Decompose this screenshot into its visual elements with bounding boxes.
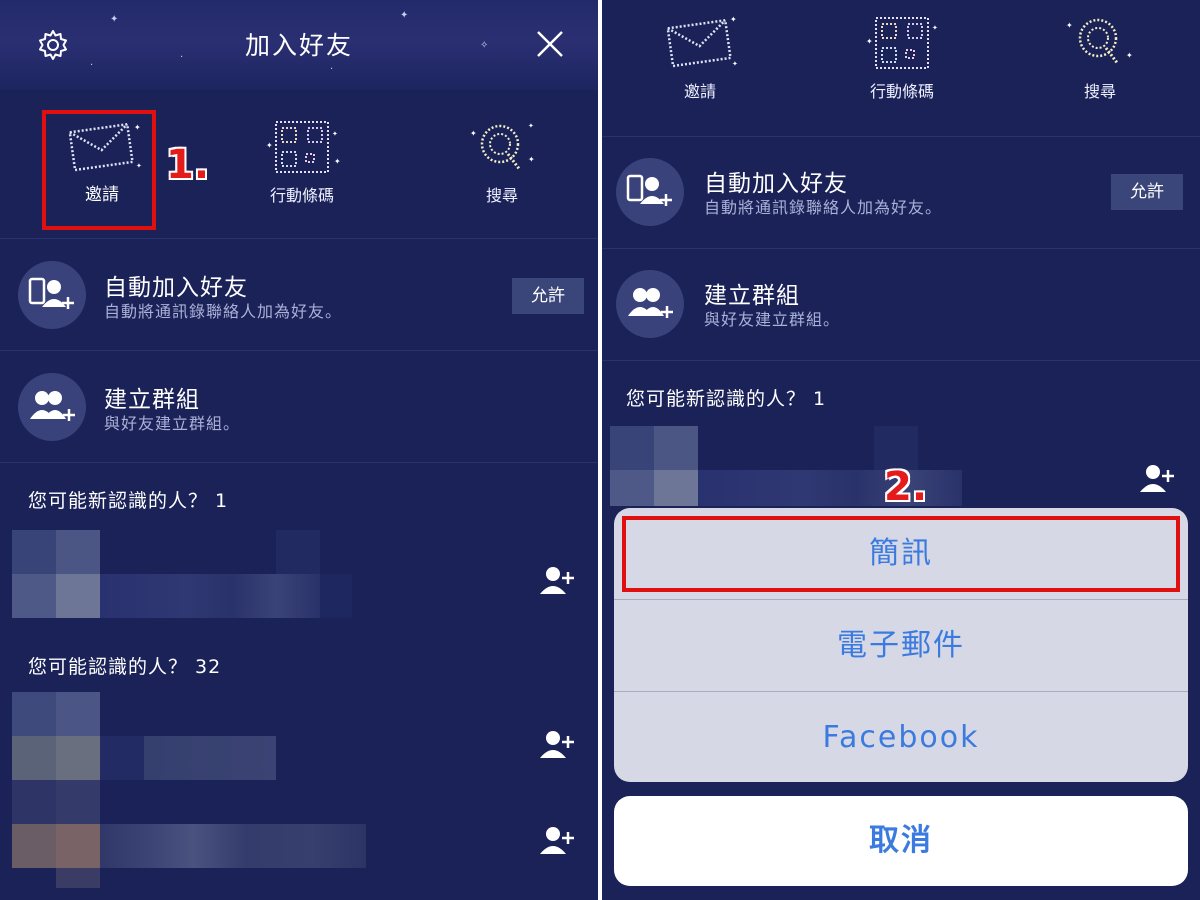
divider: [602, 248, 1200, 249]
allow-button[interactable]: 允許: [1111, 174, 1183, 210]
qr-code-label: 行動條碼: [869, 82, 934, 101]
divider: [602, 136, 1200, 137]
blurred-name: [100, 574, 320, 618]
page-title: 加入好友: [244, 31, 353, 60]
svg-text:✦: ✦: [470, 129, 477, 138]
avatar: [654, 426, 698, 470]
add-friend-icon[interactable]: [540, 730, 574, 760]
search-icon: ✦ ✦: [1066, 18, 1133, 65]
item-title: 自動加入好友: [104, 275, 248, 301]
right-screen: ✦ ✦ 邀請 ✦ ✦ 行動條碼 ✦ ✦ 搜尋 自動加入好友 自動將通訊錄聯絡人加…: [602, 0, 1200, 900]
create-group-item[interactable]: 建立群組 與好友建立群組。: [0, 352, 598, 462]
auto-add-friends-item[interactable]: 自動加入好友 自動將通訊錄聯絡人加為好友。 允許: [602, 138, 1200, 248]
add-method-row: ✦ ✦ 邀請 ✦ ✦ 行動條碼 ✦ ✦ 搜尋: [602, 0, 1200, 136]
svg-text:✦: ✦: [932, 24, 938, 32]
divider: [0, 462, 598, 463]
item-title: 自動加入好友: [704, 171, 848, 197]
blurred-name: [276, 530, 320, 574]
create-group-item[interactable]: 建立群組 與好友建立群組。: [602, 250, 1200, 360]
invite-button[interactable]: ✦ ✦ 邀請: [630, 10, 770, 102]
highlight-box: [622, 516, 1180, 592]
blurred-name: [100, 736, 276, 780]
avatar: [56, 530, 100, 574]
left-screen: ✦ · ✦ ✧ · · 加入好友 ✦ ✦ 邀請 ✦ ✦ ✦ 行動條碼 ✦ ✦ ✦…: [0, 0, 598, 900]
header: ✦ · ✦ ✧ · · 加入好友: [0, 0, 598, 90]
section-title: 您可能認識的人？ 32: [28, 656, 222, 678]
item-subtitle: 自動將通訊錄聯絡人加為好友。: [104, 302, 343, 321]
avatar: [610, 470, 654, 506]
search-label: 搜尋: [485, 186, 518, 205]
blurred-name: [100, 824, 366, 868]
avatar: [654, 470, 698, 506]
contacts-add-icon: [18, 261, 86, 329]
item-title: 建立群組: [704, 283, 800, 309]
divider: [602, 360, 1200, 361]
svg-text:✦: ✦: [528, 155, 535, 164]
avatar: [12, 574, 56, 618]
svg-text:✦: ✦: [730, 15, 737, 24]
contacts-add-icon: [616, 158, 684, 226]
add-friend-icon[interactable]: [540, 566, 574, 596]
cancel-button[interactable]: 取消: [614, 796, 1188, 886]
svg-text:✦: ✦: [528, 122, 534, 130]
avatar: [610, 426, 654, 470]
group-add-icon: [18, 373, 86, 441]
avatar: [56, 868, 100, 888]
invite-label: 邀請: [683, 82, 716, 101]
highlight-box: [42, 110, 156, 230]
svg-text:✦: ✦: [334, 157, 341, 166]
svg-text:✦: ✦: [866, 37, 873, 46]
item-subtitle: 與好友建立群組。: [704, 310, 841, 329]
email-option[interactable]: 電子郵件: [614, 600, 1188, 691]
close-icon[interactable]: [534, 28, 566, 60]
search-button[interactable]: ✦ ✦ 搜尋: [1030, 10, 1170, 102]
qr-code-button[interactable]: ✦ ✦ ✦ 行動條碼: [232, 116, 372, 206]
group-add-icon: [616, 270, 684, 338]
search-label: 搜尋: [1083, 82, 1116, 101]
qr-code-icon: ✦ ✦ ✦: [266, 121, 341, 173]
qr-code-button[interactable]: ✦ ✦ 行動條碼: [832, 10, 972, 102]
avatar: [12, 530, 56, 574]
step-label: 2.: [884, 464, 928, 510]
divider: [0, 238, 598, 239]
item-title: 建立群組: [104, 387, 200, 413]
avatar: [12, 692, 56, 736]
avatar: [56, 574, 100, 618]
svg-text:✦: ✦: [1126, 51, 1133, 60]
search-icon: ✦ ✦ ✦: [470, 122, 535, 171]
allow-button[interactable]: 允許: [512, 278, 584, 314]
item-subtitle: 與好友建立群組。: [104, 414, 241, 433]
avatar: [56, 692, 100, 736]
auto-add-friends-item[interactable]: 自動加入好友 自動將通訊錄聯絡人加為好友。 允許: [0, 240, 598, 350]
svg-text:✦: ✦: [266, 141, 273, 150]
add-friend-icon[interactable]: [540, 826, 574, 856]
avatar: [56, 824, 100, 868]
svg-text:✦: ✦: [732, 60, 738, 68]
svg-text:✦: ✦: [1066, 21, 1073, 30]
qr-code-label: 行動條碼: [269, 186, 334, 205]
search-button[interactable]: ✦ ✦ ✦ 搜尋: [432, 116, 572, 206]
qr-code-icon: ✦ ✦: [866, 17, 938, 69]
divider: [0, 350, 598, 351]
avatar: [12, 780, 56, 824]
add-friend-icon[interactable]: [1140, 464, 1174, 494]
section-title: 您可能新認識的人？ 1: [626, 388, 827, 410]
item-subtitle: 自動將通訊錄聯絡人加為好友。: [704, 198, 943, 217]
svg-text:✦: ✦: [332, 130, 338, 138]
avatar: [56, 736, 100, 780]
avatar: [12, 824, 56, 868]
avatar: [56, 780, 100, 824]
blurred-name: [320, 574, 352, 618]
step-label: 1.: [166, 142, 210, 188]
envelope-icon: ✦ ✦: [666, 15, 738, 68]
section-title: 您可能新認識的人？ 1: [28, 490, 229, 512]
facebook-option[interactable]: Facebook: [614, 692, 1188, 782]
avatar: [12, 736, 56, 780]
